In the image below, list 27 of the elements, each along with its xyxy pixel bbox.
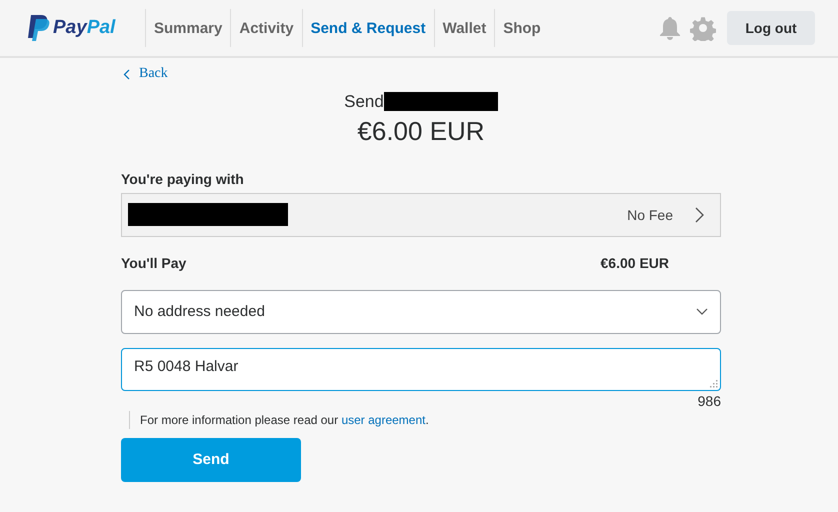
note-field[interactable]: R5 0048 Halvar [121,348,721,390]
chevron-right-icon [695,206,704,222]
nav-tab[interactable]: Summary [145,9,230,47]
nav-tab[interactable]: Activity [230,9,302,47]
info-text: For more information please read our user agreement. [140,412,429,426]
address-dropdown[interactable]: No address needed [121,290,721,334]
nav-tab[interactable]: Shop [494,9,549,47]
total-value: €6.00 EUR [600,254,669,270]
send-button[interactable]: Send [121,438,301,482]
nav-tab[interactable]: Wallet [434,9,494,47]
amount: €6.00 EUR [356,116,486,146]
payment-method-selector[interactable]: No Fee [121,192,721,236]
user-agreement-link[interactable]: user agreement [341,412,426,426]
send-title: Send [344,92,384,112]
field-label: You're paying with [121,170,245,186]
character-counter: 986 [698,392,721,408]
resize-handle-icon[interactable] [710,380,718,388]
bell-icon[interactable] [659,16,681,40]
settings-icon[interactable] [690,15,716,41]
nav-tab[interactable]: Send & Request [302,9,434,47]
paypal-logo-icon [28,15,50,41]
logout-button[interactable]: Log out [727,11,815,45]
paypal-logo: PayPal [53,17,116,39]
total-label: You'll Pay [121,254,186,270]
chevron-down-icon [696,308,708,315]
chevron-left-icon [123,68,130,80]
back-link[interactable]: Back [123,66,168,82]
